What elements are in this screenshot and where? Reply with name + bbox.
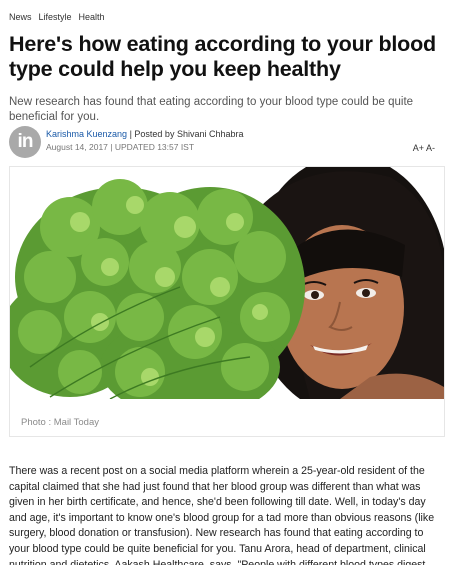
photo-caption: Photo : Mail Today <box>21 417 99 428</box>
byline: in Karishma Kuenzang | Posted by Shivani… <box>9 126 441 160</box>
author-link[interactable]: Karishma Kuenzang <box>46 129 127 139</box>
publication-logo-icon: in <box>9 126 41 158</box>
breadcrumb-lifestyle[interactable]: Lifestyle <box>39 12 72 22</box>
author-line: Karishma Kuenzang | Posted by Shivani Ch… <box>46 129 243 139</box>
breadcrumb: News Lifestyle Health <box>9 12 105 22</box>
font-size-controls: A+ A- <box>413 143 435 153</box>
article-figure: Photo : Mail Today <box>9 166 445 437</box>
font-increase-button[interactable]: A+ <box>413 143 424 153</box>
posted-by: | Posted by Shivani Chhabra <box>129 129 244 139</box>
font-decrease-button[interactable]: A- <box>426 143 435 153</box>
breadcrumb-health[interactable]: Health <box>79 12 105 22</box>
article-headline: Here's how eating according to your bloo… <box>9 32 436 81</box>
breadcrumb-news[interactable]: News <box>9 12 32 22</box>
dateline: August 14, 2017 | UPDATED 13:57 IST <box>46 142 195 152</box>
article-body: There was a recent post on a social medi… <box>9 465 435 565</box>
article-subhead: New research has found that eating accor… <box>9 96 414 123</box>
article-photo <box>10 167 444 399</box>
